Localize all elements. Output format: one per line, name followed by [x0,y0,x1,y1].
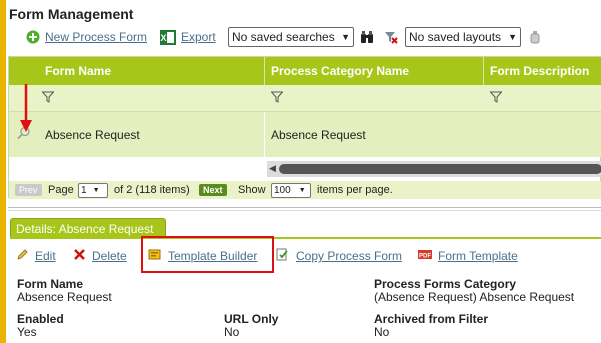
filter-icon [489,91,503,106]
show-label: Show [238,184,266,196]
form-name-label: Form Name [17,277,84,291]
new-process-form-label[interactable]: New Process Form [45,30,147,44]
chevron-down-icon: ▼ [92,186,100,194]
enabled-label: Enabled [17,312,64,326]
url-only-label: URL Only [224,312,279,326]
filter-category-button[interactable] [270,85,284,112]
pencil-icon [16,248,29,264]
filter-icon [270,91,284,106]
form-management-page: Form Management New Process Form X Expor… [6,0,601,343]
page-size-select[interactable]: 100 ▼ [271,182,311,198]
section-divider [8,207,601,211]
horizontal-scrollbar[interactable]: ◀ [267,161,601,177]
per-page-text: items per page. [317,184,393,196]
delete-icon [73,248,86,264]
page-select[interactable]: 1 ▼ [78,182,108,198]
chevron-down-icon: ▼ [508,32,517,42]
copy-icon [276,248,290,264]
page-select-value: 1 [81,184,87,196]
column-divider[interactable] [264,57,265,85]
export-label[interactable]: Export [181,30,216,44]
form-template-button[interactable]: PDF Form Template [418,248,518,264]
column-divider[interactable] [483,57,484,85]
page-count-text: of 2 (118 items) [114,184,190,196]
edit-button[interactable]: Edit [16,248,56,264]
url-only-value: No [224,325,240,339]
cell-divider [264,112,265,157]
toolbar: New Process Form X Export No saved searc… [6,26,601,48]
category-label: Process Forms Category [374,277,517,291]
svg-text:PDF: PDF [419,254,431,260]
export-button[interactable]: X Export [160,26,216,48]
column-header-form-name[interactable]: Form Name [45,57,111,85]
copy-process-form-label[interactable]: Copy Process Form [296,249,402,263]
binoculars-icon [360,30,374,44]
svg-text:X: X [160,33,166,43]
clear-filter-icon [384,30,398,44]
saved-layouts-select[interactable]: No saved layouts ▼ [405,26,521,48]
category-value: (Absence Request) Absence Request [374,290,575,304]
new-process-form-button[interactable]: New Process Form [26,26,147,48]
prev-page-button[interactable]: Prev [15,184,42,196]
filter-icon [41,91,55,106]
grid-filter-row [9,85,601,112]
excel-icon: X [160,29,176,45]
scroll-left-icon[interactable]: ◀ [269,163,276,174]
scrollbar-thumb[interactable] [279,164,601,174]
archived-label: Archived from Filter [374,312,489,326]
saved-layouts-dropdown[interactable]: No saved layouts ▼ [405,27,521,47]
cell-process-category: Absence Request [271,127,366,142]
page-size-value: 100 [274,184,291,196]
pdf-icon: PDF [418,248,432,264]
chevron-down-icon: ▼ [341,32,350,42]
column-header-form-description[interactable]: Form Description [490,57,589,85]
chevron-down-icon: ▼ [298,186,306,194]
details-tab[interactable]: Details: Absence Request [10,218,166,238]
copy-process-form-button[interactable]: Copy Process Form [276,248,402,264]
delete-button[interactable]: Delete [73,248,127,264]
form-template-label[interactable]: Form Template [438,249,518,263]
grid-header: Form Name Process Category Name Form Des… [9,57,601,85]
annotation-highlight-box [141,236,274,273]
details-tab-underline [10,237,601,239]
pager: Prev Page 1 ▼ of 2 (118 items) Next Show… [9,181,601,199]
filter-form-name-button[interactable] [41,85,55,112]
page-label: Page [48,184,74,196]
archived-value: No [374,325,390,339]
add-icon [26,30,40,44]
saved-searches-select[interactable]: No saved searches ▼ [228,26,354,48]
search-binoculars-button[interactable] [360,26,374,48]
filter-description-button[interactable] [489,85,503,112]
saved-searches-value: No saved searches [232,30,335,44]
saved-layouts-value: No saved layouts [409,30,502,44]
edit-label[interactable]: Edit [35,249,56,263]
annotation-arrow [19,84,33,137]
bottle-icon [530,30,540,44]
delete-label[interactable]: Delete [92,249,127,263]
page-title: Form Management [9,6,134,22]
enabled-value: Yes [17,325,37,339]
table-row[interactable]: Absence Request Absence Request [9,112,601,157]
saved-searches-dropdown[interactable]: No saved searches ▼ [228,27,354,47]
process-forms-grid: Form Name Process Category Name Form Des… [8,56,601,199]
form-name-value: Absence Request [17,290,112,304]
layout-settings-button[interactable] [530,26,540,48]
cell-form-name: Absence Request [45,127,140,142]
clear-filter-button[interactable] [384,26,398,48]
column-header-process-category[interactable]: Process Category Name [271,57,409,85]
next-page-button[interactable]: Next [199,184,227,196]
